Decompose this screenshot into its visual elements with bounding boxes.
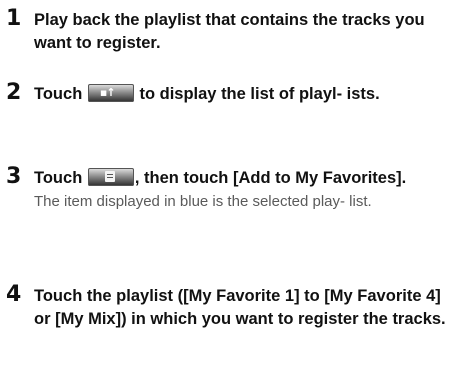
playlist-list-button-icon: ▪↑ [87, 84, 134, 102]
step-1: 1 Play back the playlist that contains t… [6, 6, 460, 55]
step-note: The item displayed in blue is the select… [34, 193, 372, 210]
step-number: 4 [6, 282, 22, 307]
step-number: 1 [6, 6, 22, 31]
step-instruction-suffix: , then touch [Add to My Favorites]. [134, 169, 407, 187]
step-instruction-prefix: Touch [34, 85, 83, 103]
playlist-arrow-icon: ▪↑ [99, 86, 116, 99]
step-instruction: Touch ▪↑ to display the list of playl- i… [34, 83, 460, 106]
step-instruction: Play back the playlist that contains the… [34, 11, 425, 52]
step-2: 2 Touch ▪↑ to display the list of playl-… [6, 80, 460, 106]
list-glyph-icon [104, 171, 115, 182]
step-4: 4 Touch the playlist ([My Favorite 1] to… [6, 282, 460, 331]
step-number: 2 [6, 80, 22, 105]
step-instruction: Touch , then touch [Add to My Favorites]… [34, 167, 460, 190]
step-instruction: Touch the playlist ([My Favorite 1] to [… [34, 287, 446, 328]
menu-button-icon [87, 168, 134, 186]
step-instruction-suffix: to display the list of playl- ists. [139, 85, 380, 103]
step-3: 3 Touch , then touch [Add to My Favorite… [6, 164, 460, 213]
step-instruction-prefix: Touch [34, 169, 83, 187]
step-number: 3 [6, 164, 22, 189]
